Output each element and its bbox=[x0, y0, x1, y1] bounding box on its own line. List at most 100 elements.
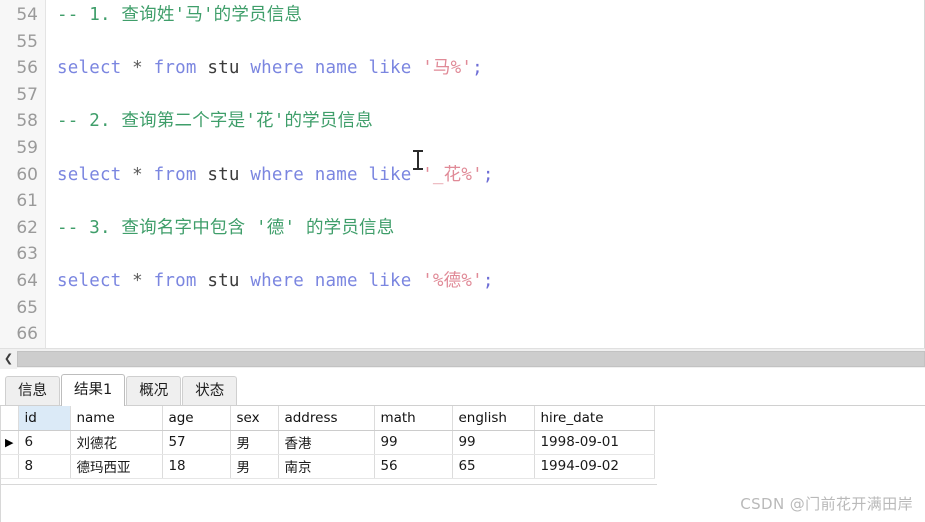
csdn-watermark: CSDN @门前花开满田岸 bbox=[740, 495, 913, 513]
line-number: 66 bbox=[16, 324, 38, 345]
cell-hire_date[interactable]: 1998-09-01 bbox=[534, 430, 656, 455]
code-token-id: stu bbox=[207, 270, 240, 291]
cell-id[interactable]: 6 bbox=[18, 430, 72, 455]
table-row[interactable]: 8 德玛西亚 18 男南京 56 65 1994-09-02 bbox=[0, 454, 656, 479]
code-token-kw: name bbox=[314, 164, 358, 185]
cell-english[interactable]: 65 bbox=[452, 454, 536, 479]
code-token-comment: -- 2. 查询第二个字是'花'的学员信息 bbox=[57, 111, 373, 132]
sql-editor[interactable]: 54 55 56 57 58 59 60 61 62 63 64 65 66 -- 1. 查询姓'马'的… bbox=[0, 0, 925, 348]
code-token-kw: name bbox=[314, 270, 358, 291]
code-token-comment: -- 3. 查询名字中包含 '德' 的学员信息 bbox=[57, 217, 395, 238]
column-header-address[interactable]: address bbox=[278, 406, 376, 431]
cell-sex[interactable]: 男 bbox=[230, 430, 280, 455]
code-token-kw: name bbox=[314, 58, 358, 79]
line-number: 63 bbox=[16, 244, 38, 265]
code-line[interactable] bbox=[57, 188, 924, 215]
editor-horizontal-scrollbar[interactable]: ❮ bbox=[0, 348, 925, 369]
cell-age[interactable]: 57 bbox=[162, 430, 232, 455]
column-header-english[interactable]: english bbox=[452, 406, 536, 431]
cell-sex[interactable]: 男 bbox=[230, 454, 280, 479]
code-token-kw: from bbox=[153, 270, 197, 291]
code-token-kw: from bbox=[153, 58, 197, 79]
code-token-kw: like bbox=[368, 164, 412, 185]
code-token-punct: ; bbox=[482, 270, 494, 291]
cell-hire_date[interactable]: 1994-09-02 bbox=[534, 454, 656, 479]
code-line[interactable]: -- 2. 查询第二个字是'花'的学员信息 bbox=[57, 108, 924, 135]
code-token-star: * bbox=[132, 58, 143, 79]
code-line[interactable]: select * from stu where name like '_花%'; bbox=[57, 162, 924, 189]
scrollbar-thumb[interactable] bbox=[17, 350, 925, 367]
results-tab-bar[interactable]: 信息 结果1 概况 状态 bbox=[0, 369, 925, 406]
code-token-kw: where bbox=[250, 58, 305, 79]
row-marker[interactable] bbox=[0, 454, 20, 479]
code-token-str: '_花%' bbox=[422, 164, 483, 185]
code-token-star: * bbox=[132, 270, 143, 291]
column-header-id[interactable]: id bbox=[18, 406, 72, 431]
cell-math[interactable]: 56 bbox=[374, 454, 454, 479]
cell-address[interactable]: 南京 bbox=[278, 454, 376, 479]
row-marker-header[interactable] bbox=[0, 406, 20, 431]
table-header-row: id name age sex address math english hire_date bbox=[0, 406, 656, 431]
code-token-kw: like bbox=[368, 270, 412, 291]
cell-english[interactable]: 99 bbox=[452, 430, 536, 455]
code-line[interactable] bbox=[57, 321, 924, 348]
column-header-hire_date[interactable]: hire_date bbox=[534, 406, 656, 431]
code-token-comment: -- 1. 查询姓'马'的学员信息 bbox=[57, 5, 303, 25]
column-header-sex[interactable]: sex bbox=[230, 406, 280, 431]
result-table[interactable]: id name age sex address math english hire_date ▶… bbox=[0, 406, 656, 479]
code-token-punct: ; bbox=[472, 58, 483, 79]
table-row[interactable]: ▶ 6 刘德花 57 男香港 99 99 1998-09-01 bbox=[0, 430, 656, 455]
tab-1[interactable]: 信息 bbox=[5, 376, 60, 405]
tab-4[interactable]: 状态 bbox=[182, 376, 238, 405]
code-line[interactable] bbox=[57, 241, 924, 268]
code-area[interactable]: -- 1. 查询姓'马'的学员信息 select * from stu wher… bbox=[46, 0, 924, 348]
code-token-kw: where bbox=[250, 270, 305, 291]
cell-address[interactable]: 香港 bbox=[278, 430, 376, 455]
column-header-age[interactable]: age bbox=[162, 406, 232, 431]
code-token-punct: ; bbox=[482, 164, 494, 185]
line-number: 57 bbox=[16, 84, 38, 105]
chevron-left-icon[interactable]: ❮ bbox=[0, 348, 17, 369]
code-line[interactable] bbox=[57, 295, 924, 322]
cell-name[interactable]: 刘德花 bbox=[70, 430, 164, 455]
cell-id[interactable]: 8 bbox=[18, 454, 72, 479]
column-header-math[interactable]: math bbox=[374, 406, 454, 431]
code-token-kw: select bbox=[57, 164, 122, 185]
scrollbar-track[interactable] bbox=[17, 350, 925, 367]
current-row-marker-icon[interactable]: ▶ bbox=[0, 430, 20, 455]
code-line[interactable] bbox=[57, 29, 924, 56]
cell-name[interactable]: 德玛西亚 bbox=[70, 454, 164, 479]
cell-age[interactable]: 18 bbox=[162, 454, 232, 479]
line-number: 55 bbox=[16, 31, 38, 52]
tab-2[interactable]: 结果1 bbox=[61, 374, 126, 406]
code-line[interactable]: select * from stu where name like '%德%'; bbox=[57, 268, 924, 295]
tab-3[interactable]: 概况 bbox=[126, 376, 182, 405]
cell-math[interactable]: 99 bbox=[374, 430, 454, 455]
code-line[interactable]: -- 1. 查询姓'马'的学员信息 bbox=[57, 2, 924, 29]
line-number: 56 bbox=[16, 58, 38, 79]
code-line[interactable]: -- 3. 查询名字中包含 '德' 的学员信息 bbox=[57, 215, 924, 242]
line-number: 62 bbox=[16, 217, 38, 238]
column-header-name[interactable]: name bbox=[70, 406, 164, 431]
code-line[interactable] bbox=[57, 82, 924, 109]
code-line[interactable]: select * from stu where name like '马%'; bbox=[57, 55, 924, 82]
code-line[interactable] bbox=[57, 135, 924, 162]
code-token-kw: select bbox=[57, 270, 122, 291]
code-token-str: '%德%' bbox=[422, 270, 483, 291]
